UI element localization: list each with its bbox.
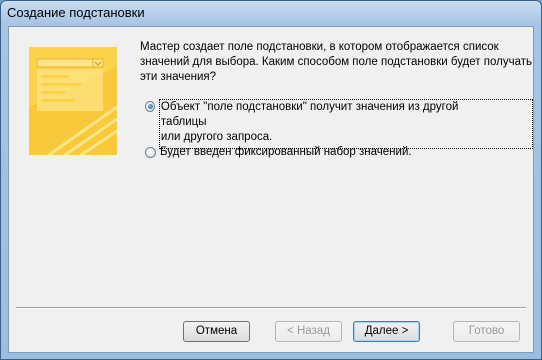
dialog-window: Создание подстановки Мастер создает поле…	[0, 0, 542, 360]
option-label-line: Объект "поле подстановки" получит значен…	[160, 101, 459, 128]
option-label-line: или другого запроса.	[160, 131, 273, 143]
back-button[interactable]: < Назад	[275, 321, 342, 342]
option-from-table-label[interactable]: Объект "поле подстановки" получит значен…	[158, 99, 533, 149]
next-button[interactable]: Далее >	[353, 321, 420, 342]
lookup-wizard-illustration	[29, 47, 117, 155]
button-separator	[16, 307, 526, 309]
wizard-description: Мастер создает поле подстановки, в котор…	[140, 40, 532, 85]
description-line: Мастер создает поле подстановки, в котор…	[140, 41, 499, 53]
finish-button[interactable]: Готово	[453, 321, 520, 342]
option-from-table[interactable]: Объект "поле подстановки" получит значен…	[145, 99, 533, 149]
dialog-body: Мастер создает поле подстановки, в котор…	[8, 26, 534, 353]
radio-from-table[interactable]	[145, 101, 155, 112]
cancel-button[interactable]: Отмена	[183, 321, 250, 342]
radio-fixed-values[interactable]	[145, 147, 156, 158]
option-fixed-values[interactable]: Будет введен фиксированный набор значени…	[145, 145, 412, 160]
window-title: Создание подстановки	[7, 5, 145, 20]
option-fixed-values-label[interactable]: Будет введен фиксированный набор значени…	[160, 145, 412, 160]
option-label-line: Будет введен фиксированный набор значени…	[160, 146, 412, 158]
description-line: эти значения?	[140, 71, 217, 83]
description-line: значений для выбора. Каким способом поле…	[140, 56, 532, 68]
title-bar[interactable]: Создание подстановки	[1, 1, 541, 26]
